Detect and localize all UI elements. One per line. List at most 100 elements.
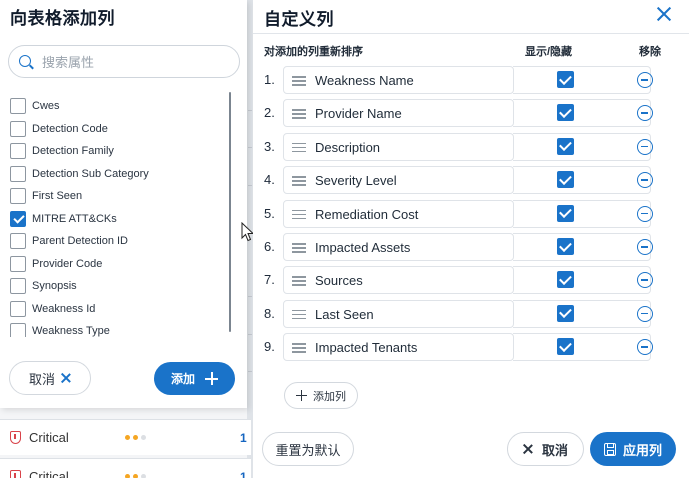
column-row[interactable]: 6. Impacted Assets — [253, 233, 689, 261]
column-item[interactable]: Last Seen — [283, 299, 514, 328]
remove-circle-icon[interactable] — [637, 72, 653, 88]
background-line — [248, 371, 252, 372]
add-column-button[interactable]: 添加列 — [284, 382, 358, 409]
column-item[interactable]: Provider Name — [283, 99, 514, 128]
search-icon — [19, 55, 31, 67]
attribute-checkbox[interactable] — [10, 278, 26, 294]
apply-label: 应用列 — [622, 442, 662, 458]
close-icon[interactable] — [656, 6, 672, 22]
attribute-checkbox[interactable] — [10, 323, 26, 337]
add-column-label: 添加列 — [313, 390, 346, 403]
visibility-checkbox[interactable] — [557, 338, 574, 356]
drag-handle-icon[interactable] — [292, 142, 306, 153]
attribute-label: Detection Sub Category — [32, 167, 149, 180]
column-item[interactable]: Severity Level — [283, 166, 514, 195]
column-index: 6. — [264, 239, 275, 254]
column-index: 9. — [264, 339, 275, 355]
visibility-checkbox[interactable] — [557, 204, 574, 222]
attribute-checkbox[interactable] — [10, 300, 26, 317]
attribute-item[interactable]: First Seen — [10, 187, 82, 205]
reset-label: 重置为默认 — [275, 442, 341, 458]
row-count[interactable]: 1 — [240, 470, 247, 478]
column-row[interactable]: 8. Last Seen — [253, 299, 689, 328]
drag-handle-icon[interactable] — [292, 176, 306, 186]
search-input[interactable] — [42, 53, 232, 71]
column-label: Provider Name — [315, 106, 402, 122]
visibility-checkbox[interactable] — [557, 271, 574, 289]
plus-icon — [296, 390, 307, 401]
drag-handle-icon[interactable] — [292, 243, 306, 253]
severity-dot — [133, 474, 138, 478]
add-button[interactable]: 添加 — [154, 362, 235, 395]
attribute-checkbox[interactable] — [10, 98, 26, 114]
attribute-label: First Seen — [32, 190, 83, 202]
column-item[interactable]: Sources — [283, 266, 514, 295]
column-label: Last Seen — [315, 306, 374, 322]
visibility-checkbox[interactable] — [557, 71, 574, 88]
attribute-item[interactable]: Detection Family — [10, 142, 114, 160]
column-item[interactable]: Weakness Name — [283, 66, 514, 94]
column-item[interactable]: Remediation Cost — [283, 199, 514, 228]
attribute-item[interactable]: Weakness Type — [10, 322, 110, 337]
attribute-item[interactable]: Weakness Id — [10, 300, 95, 318]
save-icon — [603, 442, 616, 456]
column-row[interactable]: 2. Provider Name — [253, 99, 689, 128]
attribute-item[interactable]: Detection Code — [10, 120, 108, 138]
attribute-checkbox[interactable] — [10, 165, 26, 182]
attribute-checkbox[interactable] — [10, 233, 26, 249]
column-item[interactable]: Impacted Tenants — [283, 333, 514, 362]
attribute-checkbox[interactable] — [10, 210, 26, 227]
drag-handle-icon[interactable] — [292, 209, 306, 220]
cancel-button[interactable]: 取消 — [9, 361, 91, 395]
header-visibility: 显示/隐藏 — [525, 46, 573, 58]
column-row[interactable]: 9. Impacted Tenants — [253, 333, 689, 362]
apply-columns-button[interactable]: 应用列 — [590, 432, 676, 466]
drag-handle-icon[interactable] — [292, 343, 306, 353]
attribute-checkbox[interactable] — [10, 143, 26, 159]
attribute-item[interactable]: Parent Detection ID — [10, 232, 128, 250]
column-row[interactable]: 3. Description — [253, 132, 689, 161]
visibility-checkbox[interactable] — [557, 171, 574, 189]
severity-dot — [141, 435, 146, 440]
visibility-checkbox[interactable] — [557, 104, 574, 122]
drag-handle-icon[interactable] — [292, 109, 306, 119]
visibility-checkbox[interactable] — [557, 137, 574, 155]
attribute-label: MITRE ATT&CKs — [32, 212, 117, 225]
drag-handle-icon[interactable] — [292, 276, 306, 286]
attribute-item[interactable]: Cwes — [10, 97, 60, 115]
scrollbar[interactable] — [229, 92, 231, 332]
remove-circle-icon[interactable] — [637, 305, 653, 322]
column-item[interactable]: Description — [283, 132, 514, 161]
column-label: Impacted Tenants — [315, 340, 418, 356]
column-row[interactable]: 7. Sources — [253, 266, 689, 295]
column-item[interactable]: Impacted Assets — [283, 233, 514, 261]
visibility-checkbox[interactable] — [557, 304, 574, 322]
column-label: Weakness Name — [315, 73, 414, 88]
column-index: 8. — [264, 305, 275, 321]
attribute-item[interactable]: Provider Code — [10, 255, 102, 273]
column-row[interactable]: 4. Severity Level — [253, 166, 689, 195]
row-count[interactable]: 1 — [240, 431, 247, 445]
attribute-checkbox[interactable] — [10, 188, 26, 204]
column-item-controls — [513, 199, 651, 228]
reset-default-button[interactable]: 重置为默认 — [262, 432, 354, 466]
column-item-controls — [513, 333, 651, 362]
column-row[interactable]: 1. Weakness Name — [253, 66, 689, 94]
attribute-item[interactable]: Detection Sub Category — [10, 165, 149, 183]
attribute-item[interactable]: Synopsis — [10, 277, 77, 295]
remove-circle-icon[interactable] — [637, 239, 653, 255]
attribute-checkbox[interactable] — [10, 255, 26, 272]
remove-circle-icon[interactable] — [637, 138, 653, 155]
visibility-checkbox[interactable] — [557, 238, 574, 255]
column-row[interactable]: 5. Remediation Cost — [253, 199, 689, 228]
table-row[interactable]: Critical 1 — [0, 419, 251, 455]
cancel-button[interactable]: 取消 — [507, 432, 584, 466]
drag-handle-icon[interactable] — [292, 76, 306, 86]
table-row[interactable]: Critical 1 — [0, 458, 251, 478]
remove-circle-icon[interactable] — [637, 205, 653, 222]
severity-dot — [141, 474, 146, 478]
attribute-item[interactable]: MITRE ATT&CKs — [10, 210, 117, 228]
search-box[interactable] — [8, 45, 240, 78]
drag-handle-icon[interactable] — [292, 309, 306, 320]
attribute-checkbox[interactable] — [10, 120, 26, 137]
